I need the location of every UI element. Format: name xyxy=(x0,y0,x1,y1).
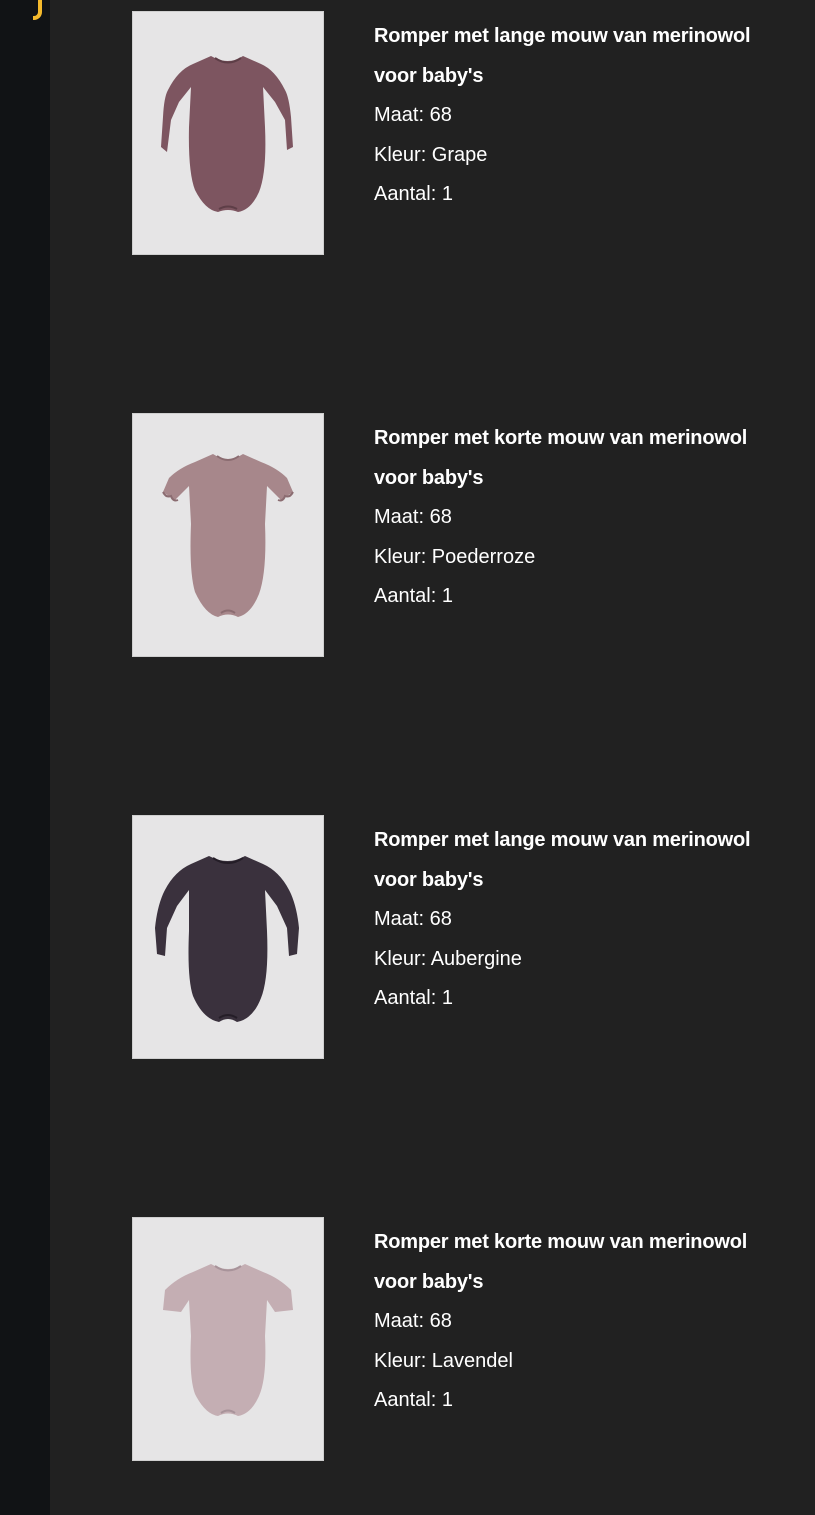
order-item: Romper met korte mouw van merinowol voor… xyxy=(132,413,792,657)
item-color: Kleur: Grape xyxy=(374,143,488,166)
item-size: Maat: 68 xyxy=(374,506,452,528)
item-size: Maat: 68 xyxy=(374,1310,452,1332)
romper-long-sleeve-grape-illustration xyxy=(161,56,293,212)
item-quantity: Aantal: 1 xyxy=(374,1389,453,1411)
item-title: Romper met lange mouw van merinowol voor… xyxy=(374,25,751,87)
romper-short-sleeve-poederroze-illustration xyxy=(162,454,294,617)
accent-bracket-icon xyxy=(33,0,42,20)
romper-long-sleeve-aubergine-illustration xyxy=(155,856,299,1022)
item-title: Romper met korte mouw van merinowol voor… xyxy=(374,1231,748,1293)
romper-short-sleeve-lavendel-image[interactable] xyxy=(132,1217,324,1461)
item-quantity: Aantal: 1 xyxy=(374,585,453,607)
romper-long-sleeve-aubergine-image[interactable] xyxy=(132,815,324,1059)
item-size: Maat: 68 xyxy=(374,104,452,126)
item-title: Romper met korte mouw van merinowol voor… xyxy=(374,427,748,489)
item-color: Kleur: Aubergine xyxy=(374,947,522,970)
item-title: Romper met lange mouw van merinowol voor… xyxy=(374,829,751,891)
item-quantity: Aantal: 1 xyxy=(374,183,453,205)
item-color: Kleur: Poederroze xyxy=(374,545,536,568)
order-item: Romper met korte mouw van merinowol voor… xyxy=(132,1217,792,1461)
item-quantity: Aantal: 1 xyxy=(374,987,453,1009)
order-item: Romper met lange mouw van merinowol voor… xyxy=(132,815,792,1059)
romper-short-sleeve-poederroze-image[interactable] xyxy=(132,413,324,657)
item-size: Maat: 68 xyxy=(374,908,452,930)
romper-long-sleeve-grape-image[interactable] xyxy=(132,11,324,255)
item-color: Kleur: Lavendel xyxy=(374,1349,513,1372)
side-rail xyxy=(0,0,50,1515)
romper-short-sleeve-lavendel-illustration xyxy=(163,1264,293,1416)
order-item: Romper met lange mouw van merinowol voor… xyxy=(132,11,792,255)
